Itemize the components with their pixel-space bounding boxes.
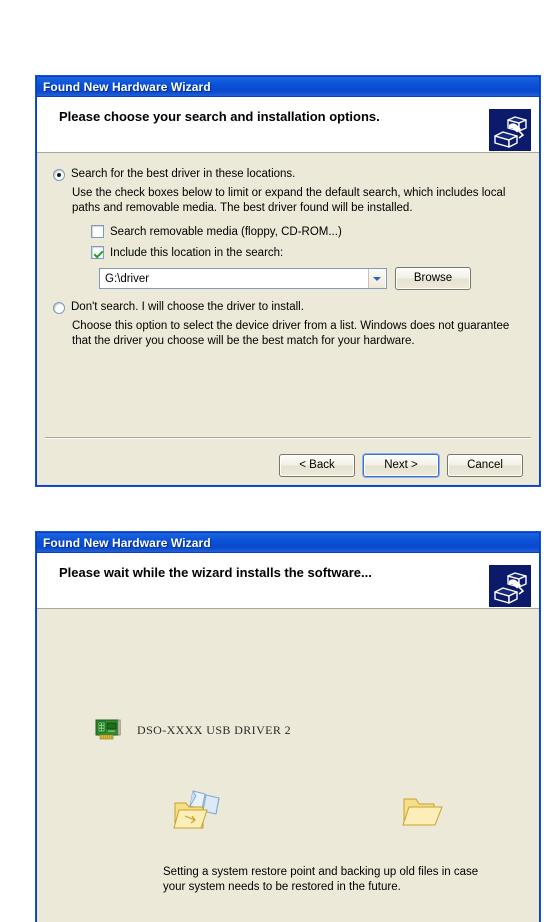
dialog2-titlebar: Found New Hardware Wizard xyxy=(37,533,539,553)
location-row: G:\driver Browse xyxy=(99,267,523,290)
dialog2-title: Found New Hardware Wizard xyxy=(43,535,211,550)
next-button[interactable]: Next > xyxy=(363,454,439,477)
browse-button[interactable]: Browse xyxy=(395,267,471,290)
radio-dont-search-indicator[interactable] xyxy=(53,302,65,314)
back-button[interactable]: < Back xyxy=(279,454,355,477)
checkbox-search-removable-media[interactable]: Search removable media (floppy, CD-ROM..… xyxy=(91,225,523,238)
location-combobox-value: G:\driver xyxy=(105,272,150,285)
radio-search-best-driver[interactable]: Search for the best driver in these loca… xyxy=(53,167,523,182)
cancel-button[interactable]: Cancel xyxy=(447,454,523,477)
checkbox-include-location-box[interactable] xyxy=(91,246,104,259)
location-combobox[interactable]: G:\driver xyxy=(99,268,387,289)
radio-search-best-driver-label: Search for the best driver in these loca… xyxy=(71,168,296,180)
dialog1-header: Please choose your search and installati… xyxy=(37,97,539,153)
checkbox-include-location-label: Include this location in the search: xyxy=(110,246,284,259)
screenshot-root: Found New Hardware Wizard Please choose … xyxy=(0,0,558,922)
search-option-description: Use the check boxes below to limit or ex… xyxy=(72,187,506,214)
file-copy-animation xyxy=(53,785,523,845)
install-status-text: Setting a system restore point and backi… xyxy=(163,866,479,893)
dialog2-body: DSO-XXXX USB DRIVER 2 Setting a system r… xyxy=(37,609,539,922)
hardware-wizard-icon xyxy=(489,565,531,607)
open-folder-icon xyxy=(402,798,443,826)
found-new-hardware-wizard-dialog-options: Found New Hardware Wizard Please choose … xyxy=(36,76,540,486)
found-new-hardware-wizard-dialog-installing: Found New Hardware Wizard Please wait wh… xyxy=(36,532,540,922)
checkbox-search-removable-media-box[interactable] xyxy=(91,225,104,238)
radio-dont-search-label: Don't search. I will choose the driver t… xyxy=(71,301,304,313)
dialog2-header-title: Please wait while the wizard installs th… xyxy=(59,565,372,580)
pci-card-icon xyxy=(95,719,121,740)
checkbox-include-location[interactable]: Include this location in the search: xyxy=(91,246,523,259)
checkbox-search-removable-media-label: Search removable media (floppy, CD-ROM..… xyxy=(110,225,342,238)
dialog1-body: Search for the best driver in these loca… xyxy=(37,153,539,485)
dialog1-titlebar: Found New Hardware Wizard xyxy=(37,77,539,97)
device-row: DSO-XXXX USB DRIVER 2 xyxy=(95,719,523,741)
chevron-down-icon[interactable] xyxy=(368,269,385,288)
install-progress-area: DSO-XXXX USB DRIVER 2 Setting a system r… xyxy=(53,719,523,922)
dialog1-footer-separator xyxy=(45,437,531,439)
dont-search-option-description: Choose this option to select the device … xyxy=(72,320,510,347)
dialog1-header-title: Please choose your search and installati… xyxy=(59,109,380,124)
hardware-wizard-icon xyxy=(489,109,531,151)
device-name-label: DSO-XXXX USB DRIVER 2 xyxy=(137,722,292,737)
dialog1-footer: < Back Next > Cancel xyxy=(37,454,539,477)
radio-search-best-driver-indicator[interactable] xyxy=(53,169,65,181)
open-folder-with-documents-icon xyxy=(173,790,220,829)
dialog2-header: Please wait while the wizard installs th… xyxy=(37,553,539,609)
radio-dont-search[interactable]: Don't search. I will choose the driver t… xyxy=(53,300,523,315)
dialog1-title: Found New Hardware Wizard xyxy=(43,79,211,94)
